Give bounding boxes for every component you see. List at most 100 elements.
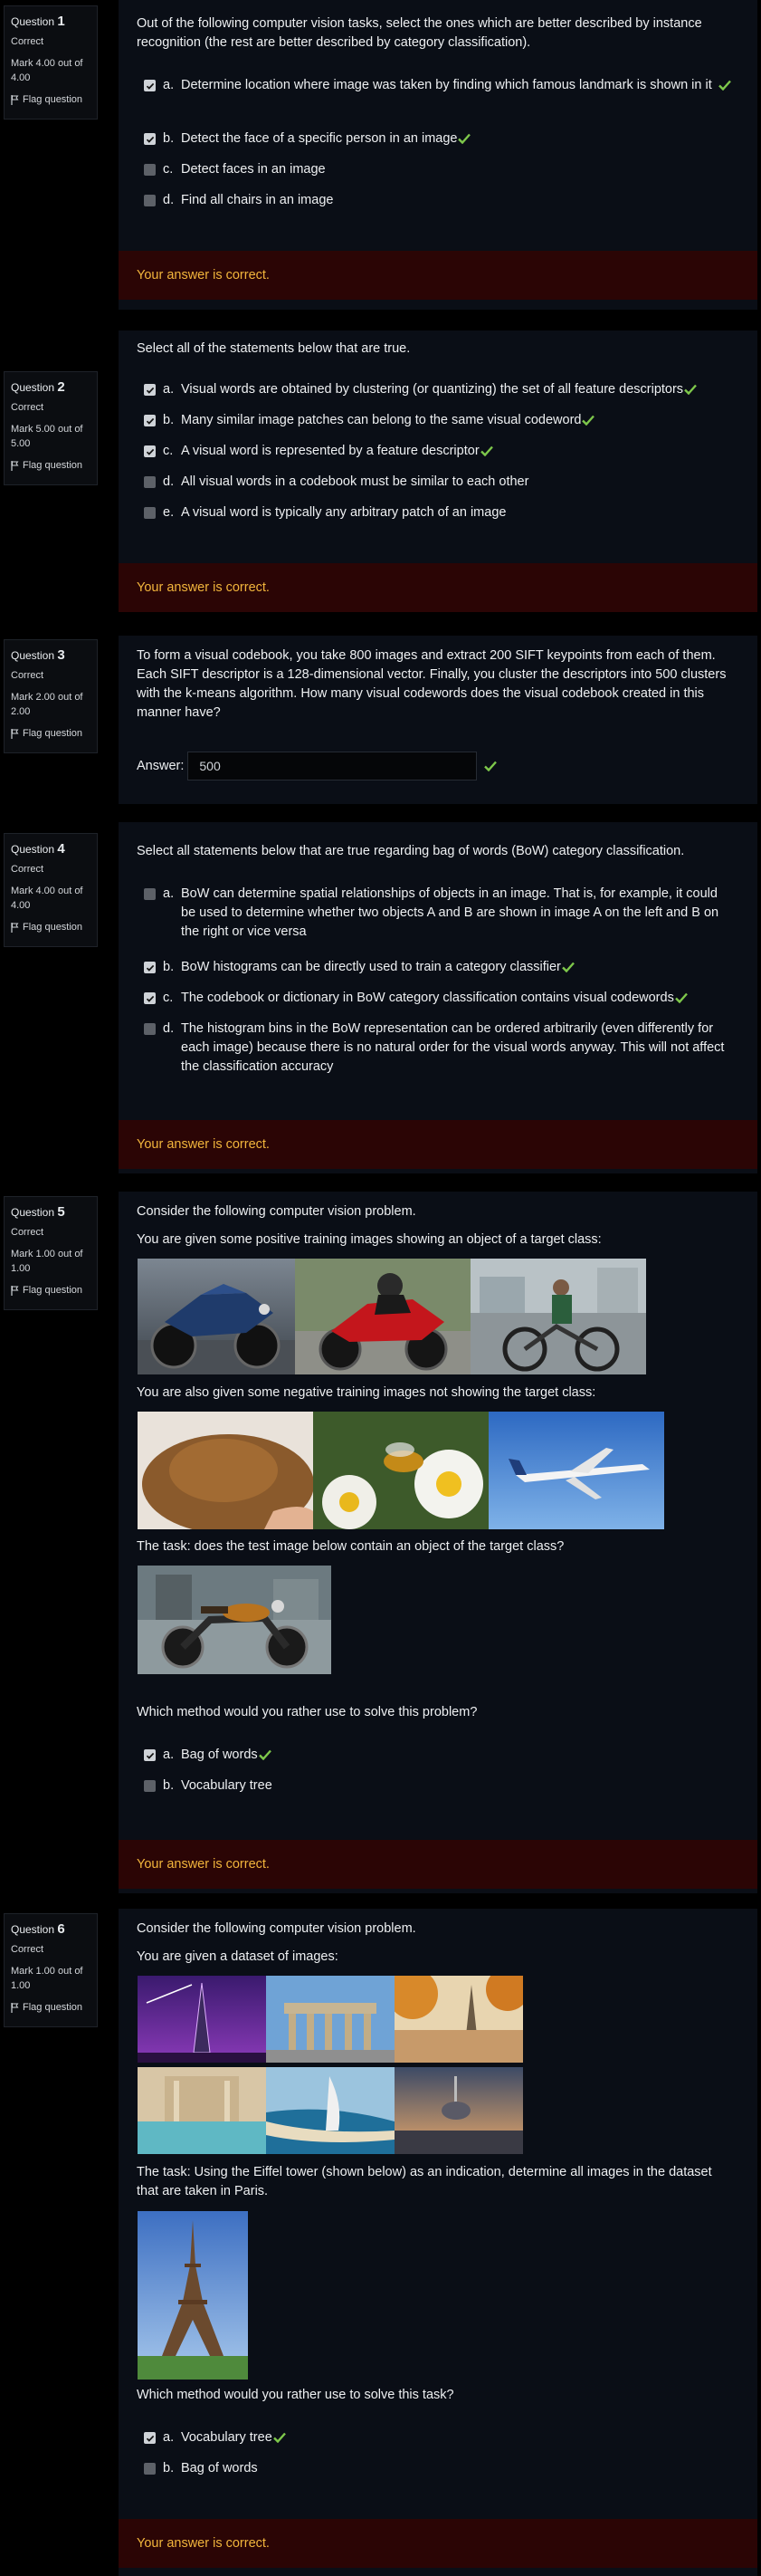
option-text: Detect the face of a specific person in … bbox=[181, 131, 458, 146]
question-info-4: Question 4 Correct Mark 4.00 out of 4.00… bbox=[4, 833, 98, 947]
query-image-eiffel-tower bbox=[138, 2211, 248, 2380]
question-content-2: Select all of the statements below that … bbox=[119, 330, 757, 612]
dataset-image-trevi-fountain bbox=[138, 2067, 266, 2154]
flag-question-link[interactable]: Flag question bbox=[11, 1285, 90, 1296]
answer-option-c[interactable]: c. A visual word is represented by a feat… bbox=[144, 442, 732, 461]
question-label: Question bbox=[11, 649, 55, 662]
answer-input[interactable] bbox=[187, 752, 478, 780]
checkbox[interactable] bbox=[144, 133, 156, 145]
option-text: A visual word is typically any arbitrary… bbox=[181, 505, 507, 520]
option-letter: c. bbox=[163, 162, 174, 177]
option-text: Determine location where image was taken… bbox=[181, 78, 712, 92]
option-text: Vocabulary tree bbox=[181, 2430, 272, 2445]
checkbox[interactable] bbox=[144, 992, 156, 1004]
checkbox[interactable] bbox=[144, 888, 156, 900]
checkbox[interactable] bbox=[144, 164, 156, 176]
question-state: Correct bbox=[11, 1227, 44, 1238]
check-icon bbox=[562, 962, 575, 973]
flag-question-label: Flag question bbox=[23, 728, 83, 739]
question-content-5: Consider the following computer vision p… bbox=[119, 1192, 757, 1893]
positive-image-ebike bbox=[471, 1259, 646, 1374]
checkbox[interactable] bbox=[144, 445, 156, 457]
option-letter: c. bbox=[163, 444, 174, 458]
checkbox[interactable] bbox=[144, 1749, 156, 1761]
answer-option-b[interactable]: b. Many similar image patches can belong … bbox=[144, 411, 732, 430]
question-number: Question 6 bbox=[11, 1921, 90, 1937]
option-letter: a. bbox=[163, 382, 175, 397]
checkbox[interactable] bbox=[144, 2463, 156, 2475]
answer-option-d[interactable]: d. The histogram bins in the BoW represen… bbox=[144, 1020, 732, 1077]
answer-option-b[interactable]: b. Bag of words bbox=[144, 2459, 732, 2478]
answer-option-e[interactable]: e. A visual word is typically any arbitra… bbox=[144, 503, 732, 522]
negative-image-soil-hand bbox=[138, 1412, 313, 1529]
option-letter: e. bbox=[163, 505, 175, 520]
answer-option-b[interactable]: b. BoW histograms can be directly used to… bbox=[144, 958, 732, 977]
question-label: Question bbox=[11, 1923, 55, 1936]
check-icon bbox=[718, 80, 731, 91]
flag-icon bbox=[11, 1285, 19, 1296]
answer-option-a[interactable]: a. Determine location where image was tak… bbox=[144, 76, 732, 95]
feedback-correct: Your answer is correct. bbox=[119, 563, 757, 612]
answer-option-c[interactable]: c. Detect faces in an image bbox=[144, 160, 732, 179]
question-number: Question 2 bbox=[11, 379, 90, 395]
check-icon bbox=[272, 2432, 286, 2444]
answer-label: Answer: bbox=[137, 759, 185, 773]
checkbox[interactable] bbox=[144, 476, 156, 488]
dataset-image-burj-al-arab bbox=[266, 2067, 395, 2154]
question-info-2: Question 2 Correct Mark 5.00 out of 5.00… bbox=[4, 371, 98, 485]
answer-option-d[interactable]: d. Find all chairs in an image bbox=[144, 191, 732, 210]
option-letter: d. bbox=[163, 474, 175, 489]
question-grade: Mark 1.00 out of 1.00 bbox=[11, 1249, 83, 1274]
answer-option-b[interactable]: b. Vocabulary tree bbox=[144, 1776, 732, 1796]
flag-question-label: Flag question bbox=[23, 460, 83, 471]
flag-icon bbox=[11, 728, 19, 739]
answer-option-d[interactable]: d. All visual words in a codebook must be… bbox=[144, 473, 732, 492]
checkbox[interactable] bbox=[144, 507, 156, 519]
option-letter: d. bbox=[163, 1021, 175, 1036]
question-content-3: To form a visual codebook, you take 800 … bbox=[119, 636, 757, 804]
answer-row: Answer: bbox=[137, 752, 498, 780]
option-letter: b. bbox=[163, 1778, 175, 1793]
option-text: All visual words in a codebook must be s… bbox=[181, 474, 529, 489]
check-icon bbox=[458, 133, 471, 145]
option-text: BoW can determine spatial relationships … bbox=[181, 886, 719, 939]
question-content-4: Select all statements below that are tru… bbox=[119, 822, 757, 1173]
question-state: Correct bbox=[11, 864, 44, 875]
feedback-correct: Your answer is correct. bbox=[119, 1120, 757, 1169]
answer-option-c[interactable]: c. The codebook or dictionary in BoW cate… bbox=[144, 989, 732, 1008]
option-text: Vocabulary tree bbox=[181, 1778, 272, 1793]
checkbox[interactable] bbox=[144, 415, 156, 426]
question-info-1: Question 1 Correct Mark 4.00 out of 4.00… bbox=[4, 5, 98, 120]
flag-icon bbox=[11, 2002, 19, 2013]
flag-question-link[interactable]: Flag question bbox=[11, 94, 90, 105]
flag-question-link[interactable]: Flag question bbox=[11, 460, 90, 471]
dataset-image-eiffel-night bbox=[138, 1976, 266, 2063]
answer-option-b[interactable]: b. Detect the face of a specific person i… bbox=[144, 129, 732, 148]
checkbox[interactable] bbox=[144, 2432, 156, 2444]
question-number: Question 1 bbox=[11, 14, 90, 29]
answer-option-a[interactable]: a. Vocabulary tree bbox=[144, 2428, 732, 2447]
flag-icon bbox=[11, 460, 19, 471]
answer-option-a[interactable]: a. BoW can determine spatial relationship… bbox=[144, 885, 732, 942]
checkbox[interactable] bbox=[144, 80, 156, 91]
checkbox[interactable] bbox=[144, 384, 156, 396]
option-letter: a. bbox=[163, 1748, 175, 1762]
question-grade: Mark 4.00 out of 4.00 bbox=[11, 886, 83, 911]
dataset-image-brandenburg-gate bbox=[266, 1976, 395, 2063]
checkbox[interactable] bbox=[144, 195, 156, 206]
checkbox[interactable] bbox=[144, 1023, 156, 1035]
question-number: Question 4 bbox=[11, 841, 90, 857]
option-letter: b. bbox=[163, 131, 175, 146]
option-letter: b. bbox=[163, 960, 175, 974]
option-text: BoW histograms can be directly used to t… bbox=[181, 960, 561, 974]
checkbox[interactable] bbox=[144, 962, 156, 973]
answer-option-a[interactable]: a. Bag of words bbox=[144, 1746, 732, 1765]
question-grade: Mark 5.00 out of 5.00 bbox=[11, 424, 83, 449]
checkbox[interactable] bbox=[144, 1780, 156, 1792]
flag-question-link[interactable]: Flag question bbox=[11, 922, 90, 933]
answer-option-a[interactable]: a. Visual words are obtained by clusterin… bbox=[144, 380, 732, 399]
question-state: Correct bbox=[11, 36, 44, 47]
flag-question-link[interactable]: Flag question bbox=[11, 2002, 90, 2013]
flag-question-link[interactable]: Flag question bbox=[11, 728, 90, 739]
question-text: Out of the following computer vision tas… bbox=[137, 16, 702, 50]
